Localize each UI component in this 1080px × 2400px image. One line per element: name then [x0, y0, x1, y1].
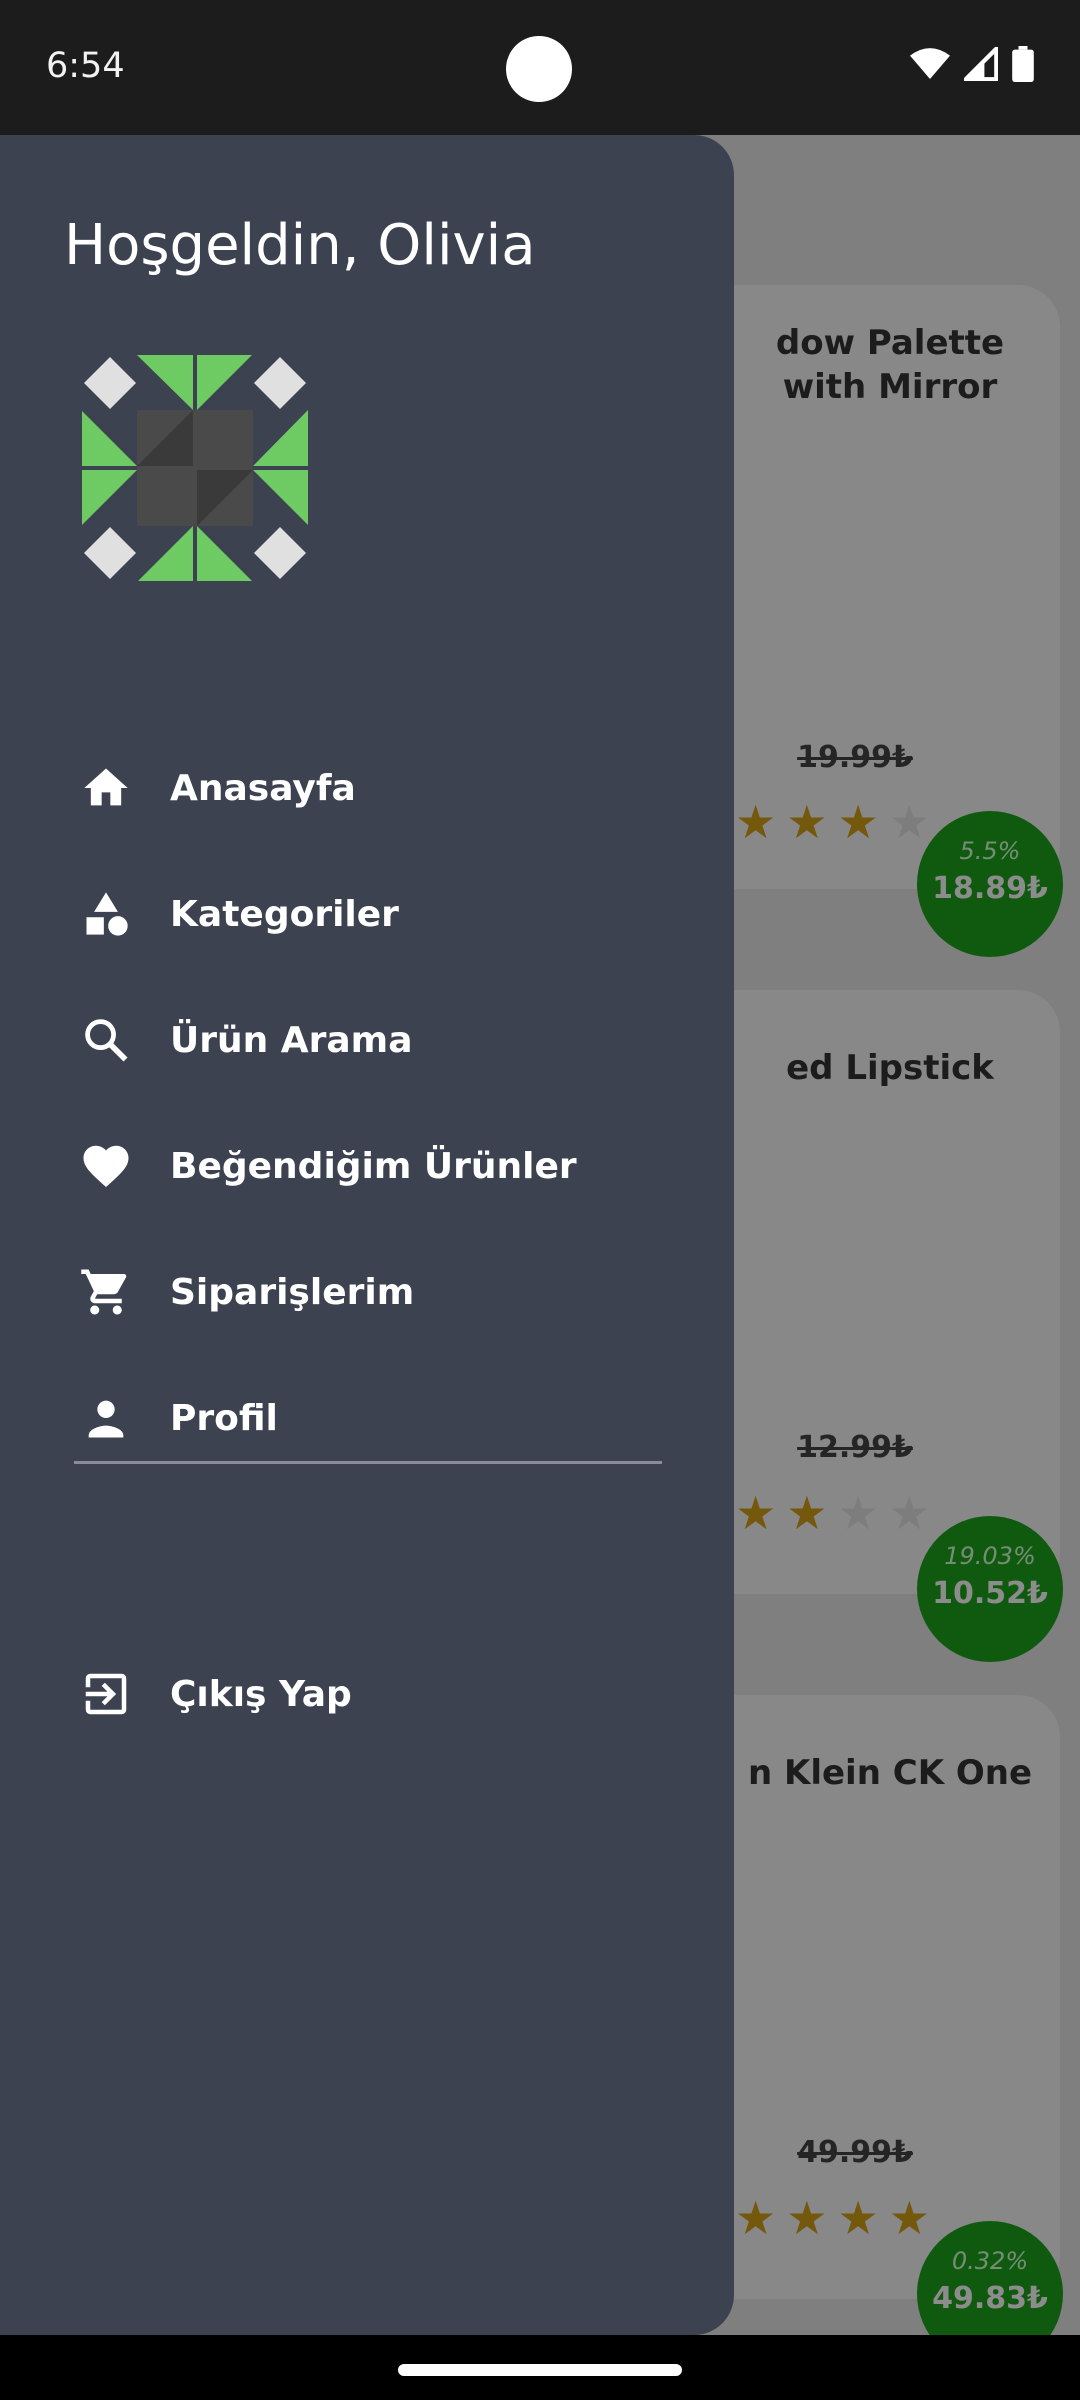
screen: 6:54 dow Palette with Mirror 19.99₺ ★ ★ … [0, 0, 1080, 2400]
menu-item-logout[interactable]: Çıkış Yap [74, 1654, 694, 1734]
camera-cutout [506, 36, 572, 102]
app-logo [82, 355, 308, 581]
menu-item-search[interactable]: Ürün Arama [74, 1000, 694, 1080]
menu-item-label: Ürün Arama [170, 1019, 413, 1061]
category-icon [74, 882, 138, 946]
logout-icon [74, 1662, 138, 1726]
heart-icon [74, 1134, 138, 1198]
menu-item-profile[interactable]: Profil [74, 1378, 694, 1458]
menu-item-label: Çıkış Yap [170, 1673, 352, 1715]
status-time: 6:54 [46, 46, 125, 86]
status-icons [910, 46, 1034, 82]
menu-item-home[interactable]: Anasayfa [74, 748, 694, 828]
menu-item-categories[interactable]: Kategoriler [74, 874, 694, 954]
menu-item-label: Siparişlerim [170, 1271, 415, 1313]
menu-item-favorites[interactable]: Beğendiğim Ürünler [74, 1126, 694, 1206]
navigation-drawer: Hoşgeldin, Olivia Anasayfa Kategoriler Ü… [0, 135, 734, 2335]
home-icon [74, 756, 138, 820]
menu-item-label: Kategoriler [170, 893, 399, 935]
menu-item-label: Anasayfa [170, 767, 356, 809]
signal-icon [964, 47, 998, 81]
wifi-icon [910, 48, 950, 79]
menu-item-label: Beğendiğim Ürünler [170, 1145, 577, 1187]
person-icon [74, 1386, 138, 1450]
menu-divider [74, 1461, 662, 1464]
battery-icon [1012, 46, 1034, 82]
menu-item-label: Profil [170, 1397, 278, 1439]
search-icon [74, 1008, 138, 1072]
home-indicator[interactable] [398, 2364, 682, 2376]
status-bar: 6:54 [0, 0, 1080, 135]
menu-item-orders[interactable]: Siparişlerim [74, 1252, 694, 1332]
cart-icon [74, 1260, 138, 1324]
greeting-title: Hoşgeldin, Olivia [64, 213, 536, 278]
